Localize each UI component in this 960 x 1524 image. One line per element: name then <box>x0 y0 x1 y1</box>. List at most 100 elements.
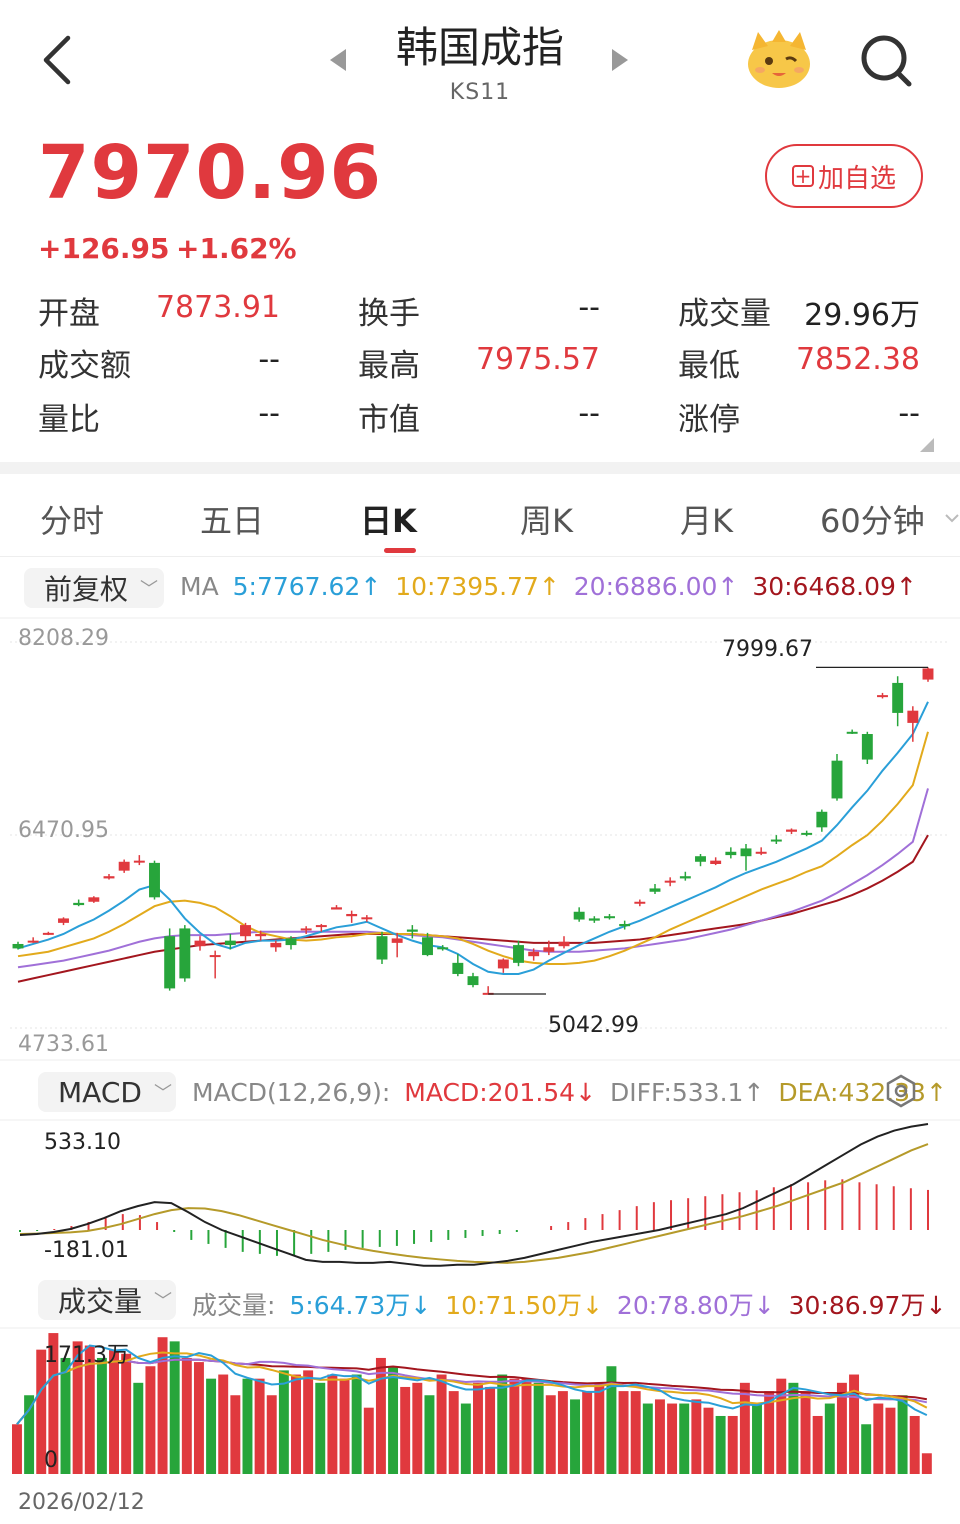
volume-bar <box>812 1415 823 1474</box>
volume-bar <box>691 1399 702 1474</box>
header-bar: 韩国成指 KS11 <box>0 0 960 120</box>
prev-stock-icon[interactable] <box>328 47 348 73</box>
candle-body <box>194 940 206 947</box>
candle-body <box>209 955 221 958</box>
settings-gear-icon[interactable] <box>884 1074 918 1108</box>
volume-bar <box>642 1403 653 1474</box>
candle-body <box>179 928 191 979</box>
tab-4[interactable]: 月K <box>680 496 733 542</box>
macd-legend: MACD(12,26,9): MACD:201.54↓ DIFF:533.1↑ … <box>192 1078 953 1107</box>
candle-body <box>755 851 767 854</box>
tab-0[interactable]: 分时 <box>40 496 104 542</box>
diff-value: DIFF:533.1↑ <box>610 1078 765 1107</box>
volume-bar <box>727 1415 738 1474</box>
kline-chart[interactable] <box>0 617 960 1061</box>
volume-bar <box>873 1403 884 1474</box>
ma30-value: 30:6468.09↑ <box>752 572 917 601</box>
chevron-down-icon: ﹀ <box>140 579 159 600</box>
candle-body <box>361 917 373 920</box>
volume-bar <box>12 1424 22 1474</box>
stat-label: 市值 <box>358 402 420 438</box>
ma30-line <box>17 834 929 983</box>
volume-bar <box>96 1357 107 1474</box>
macd-value: MACD:201.54↓ <box>404 1078 597 1107</box>
volume-bar <box>861 1424 872 1474</box>
candle-body <box>877 695 888 698</box>
page-title: 韩国成指 <box>395 23 564 72</box>
vol-ma5-value: 5:64.73万↓ <box>289 1291 432 1320</box>
tab-1[interactable]: 五日 <box>200 496 264 542</box>
stat-value: -- <box>578 396 600 431</box>
candle-body <box>573 911 585 920</box>
add-watchlist-button[interactable]: + 加自选 <box>765 144 923 208</box>
volume-bar <box>242 1378 253 1474</box>
candle-body <box>406 929 418 932</box>
candle-body <box>588 918 600 921</box>
candle-body <box>922 668 934 680</box>
macd-chart[interactable] <box>0 1119 960 1270</box>
volume-bar <box>278 1370 289 1474</box>
volume-bar <box>206 1378 217 1474</box>
volume-selector[interactable]: 成交量 ﹀ <box>38 1280 176 1320</box>
ma-legend: MA 5:7767.62↑ 10:7395.77↑ 20:6886.00↑ 30… <box>180 572 923 601</box>
next-stock-icon[interactable] <box>610 47 630 73</box>
volume-bar <box>24 1395 35 1474</box>
candle-body <box>725 851 737 856</box>
volume-chart[interactable] <box>0 1327 960 1476</box>
candle-body <box>695 856 706 862</box>
candle-body <box>786 829 797 832</box>
candle-body <box>770 839 782 842</box>
tabs-more-chevron-icon[interactable] <box>944 512 960 524</box>
volume-bar <box>266 1395 277 1474</box>
candle-body <box>12 943 24 949</box>
volume-bar <box>800 1391 811 1474</box>
volume-bar <box>388 1366 399 1474</box>
kline-high-marker: 7999.67 <box>722 637 813 662</box>
tabs-divider <box>0 556 960 557</box>
chevron-down-icon: ﹀ <box>153 1083 172 1104</box>
volume-bar <box>909 1415 920 1474</box>
volume-bar <box>400 1386 411 1474</box>
volume-legend: 成交量: 5:64.73万↓ 10:71.50万↓ 20:78.80万↓ 30:… <box>192 1286 952 1322</box>
volume-bar <box>473 1382 483 1474</box>
candle-body <box>255 933 267 937</box>
adjust-selector[interactable]: 前复权 ﹀ <box>24 568 164 608</box>
ma10-value: 10:7395.77↑ <box>395 572 560 601</box>
tab-3[interactable]: 周K <box>520 496 573 542</box>
volume-axis-top: 171.3万 <box>44 1343 129 1368</box>
candle-body <box>543 947 555 952</box>
back-arrow-icon[interactable] <box>34 30 82 90</box>
stat-value: -- <box>258 342 280 377</box>
candle-body <box>391 938 403 943</box>
tab-2[interactable]: 日K <box>360 496 417 542</box>
candle-body <box>240 925 251 937</box>
kline-low-marker: 5042.99 <box>548 1013 639 1038</box>
volume-bar <box>788 1382 799 1474</box>
candle-body <box>27 940 39 943</box>
candle-body <box>164 936 176 989</box>
volume-bar <box>181 1357 192 1474</box>
volume-bar <box>715 1415 726 1474</box>
candle-body <box>103 876 115 879</box>
volume-bar <box>363 1407 374 1474</box>
macd-axis-bottom: -181.01 <box>44 1238 129 1263</box>
ma5-line <box>17 701 929 975</box>
candle-body <box>816 811 828 828</box>
tab-5[interactable]: 60分钟 <box>820 496 925 542</box>
candle-body <box>133 860 145 863</box>
candle-body <box>528 951 540 957</box>
volume-bar <box>303 1370 314 1474</box>
volume-bar <box>497 1374 508 1474</box>
search-icon[interactable] <box>856 30 916 90</box>
expand-corner-icon[interactable] <box>920 438 934 452</box>
stat-label: 涨停 <box>678 402 740 438</box>
candle-body <box>634 901 646 904</box>
stat-label: 成交量 <box>678 296 771 332</box>
dea-value: DEA:432.33↑ <box>778 1078 947 1107</box>
macd-selector[interactable]: MACD ﹀ <box>38 1072 176 1112</box>
vol-ma20-value: 20:78.80万↓ <box>616 1291 775 1320</box>
mascot-icon[interactable] <box>744 28 814 90</box>
candle-body <box>88 897 100 902</box>
volume-bar <box>752 1403 762 1474</box>
volume-bar <box>169 1341 180 1474</box>
